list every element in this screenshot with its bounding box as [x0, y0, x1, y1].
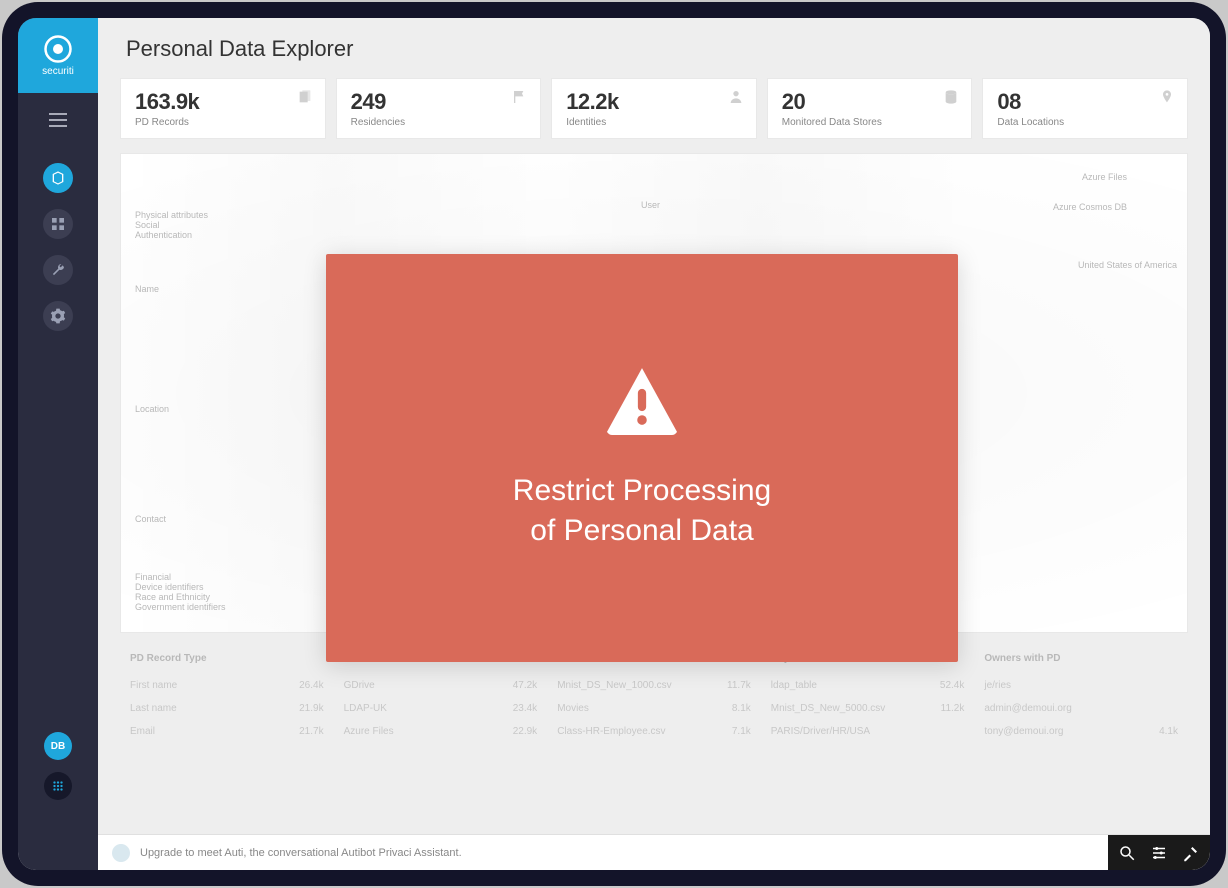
sidebar: securiti DB [18, 18, 98, 870]
kpi-label: Data Locations [997, 117, 1173, 128]
kpi-pd-records[interactable]: 163.9k PD Records [120, 78, 326, 139]
app-switcher[interactable] [44, 772, 72, 800]
table-cell: Email21.7k [120, 720, 334, 743]
sankey-node-left: Social [135, 220, 160, 230]
sankey-node-left: Authentication [135, 230, 192, 240]
table-cell: LDAP-UK23.4k [334, 697, 548, 720]
overlay-title-line2: of Personal Data [530, 511, 753, 552]
table-row[interactable]: First name26.4k GDrive47.2k Mnist_DS_New… [120, 674, 1188, 697]
table-cell: First name26.4k [120, 674, 334, 697]
brand-name: securiti [42, 66, 74, 77]
kpi-label: Monitored Data Stores [782, 117, 958, 128]
user-avatar[interactable]: DB [44, 732, 72, 760]
kpi-label: PD Records [135, 117, 311, 128]
table-cell: GDrive47.2k [334, 674, 548, 697]
sankey-node-left: Device identifiers [135, 582, 204, 592]
flag-icon [512, 89, 528, 105]
wrench-icon [50, 262, 66, 278]
overlay-title-line1: Restrict Processing [513, 471, 771, 512]
cube-icon [50, 170, 66, 186]
sankey-node-right: United States of America [1078, 260, 1177, 270]
search-icon[interactable] [1118, 844, 1136, 862]
kpi-label: Residencies [351, 117, 527, 128]
sankey-node-right: Azure Files [1082, 172, 1127, 182]
chat-icon[interactable] [112, 844, 130, 862]
table-header: PD Record Type [120, 647, 334, 674]
sankey-node-mid: User [641, 200, 660, 210]
kpi-value: 20 [782, 89, 958, 115]
table-cell: admin@demoui.org [974, 697, 1188, 720]
sankey-node-left: Race and Ethnicity [135, 592, 210, 602]
menu-toggle-icon[interactable] [49, 113, 67, 127]
kpi-identities[interactable]: 12.2k Identities [551, 78, 757, 139]
sliders-icon[interactable] [1150, 844, 1168, 862]
table-cell: Mnist_DS_New_5000.csv11.2k [761, 697, 975, 720]
sankey-node-right: Azure Cosmos DB [1053, 202, 1127, 212]
table-cell: Mnist_DS_New_1000.csv11.7k [547, 674, 761, 697]
action-strip [1108, 835, 1210, 870]
screen: securiti DB [18, 18, 1210, 870]
nav-icons [43, 163, 73, 331]
brand-logo-icon [43, 34, 73, 64]
table-header: Owners with PD [974, 647, 1188, 674]
table-row[interactable]: Last name21.9k LDAP-UK23.4k Movies8.1k M… [120, 697, 1188, 720]
nav-item-dashboard[interactable] [43, 209, 73, 239]
table-cell: Azure Files22.9k [334, 720, 548, 743]
table-cell: Class-HR-Employee.csv7.1k [547, 720, 761, 743]
kpi-value: 249 [351, 89, 527, 115]
sankey-node-left: Location [135, 404, 169, 414]
restrict-processing-card[interactable]: Restrict Processing of Personal Data [326, 254, 958, 662]
table-cell: ldap_table52.4k [761, 674, 975, 697]
sankey-node-left: Name [135, 284, 159, 294]
table-row[interactable]: Email21.7k Azure Files22.9k Class-HR-Emp… [120, 720, 1188, 743]
kpi-value: 12.2k [566, 89, 742, 115]
warning-icon [602, 365, 682, 435]
tablet-frame: securiti DB [2, 2, 1226, 886]
kpi-data-locations[interactable]: 08 Data Locations [982, 78, 1188, 139]
hammer-icon[interactable] [1182, 844, 1200, 862]
assistant-tip: Upgrade to meet Auti, the conversational… [140, 847, 462, 859]
sidebar-bottom: DB [44, 732, 72, 800]
apps-icon [51, 779, 65, 793]
table-cell: Last name21.9k [120, 697, 334, 720]
table-cell: Movies8.1k [547, 697, 761, 720]
table-cell: PARIS/Driver/HR/USA [761, 720, 975, 743]
sankey-node-left: Financial [135, 572, 171, 582]
kpi-value: 163.9k [135, 89, 311, 115]
page-title: Personal Data Explorer [98, 18, 1210, 74]
kpi-label: Identities [566, 117, 742, 128]
pin-icon [1159, 89, 1175, 105]
bottom-bar: Upgrade to meet Auti, the conversational… [98, 834, 1210, 870]
database-icon [943, 89, 959, 105]
brand-logo[interactable]: securiti [18, 18, 98, 93]
nav-item-settings[interactable] [43, 301, 73, 331]
kpi-value: 08 [997, 89, 1173, 115]
table-cell: tony@demoui.org4.1k [974, 720, 1188, 743]
sankey-node-left: Physical attributes [135, 210, 208, 220]
records-icon [297, 89, 313, 105]
kpi-residencies[interactable]: 249 Residencies [336, 78, 542, 139]
nav-item-tools[interactable] [43, 255, 73, 285]
kpi-row: 163.9k PD Records 249 Residencies 12.2k … [120, 78, 1188, 139]
gear-icon [50, 308, 66, 324]
table-cell: je/ries [974, 674, 1188, 697]
sankey-node-left: Government identifiers [135, 602, 226, 612]
sankey-node-left: Contact [135, 514, 166, 524]
nav-item-data-explorer[interactable] [43, 163, 73, 193]
person-icon [728, 89, 744, 105]
kpi-data-stores[interactable]: 20 Monitored Data Stores [767, 78, 973, 139]
grid-icon [50, 216, 66, 232]
